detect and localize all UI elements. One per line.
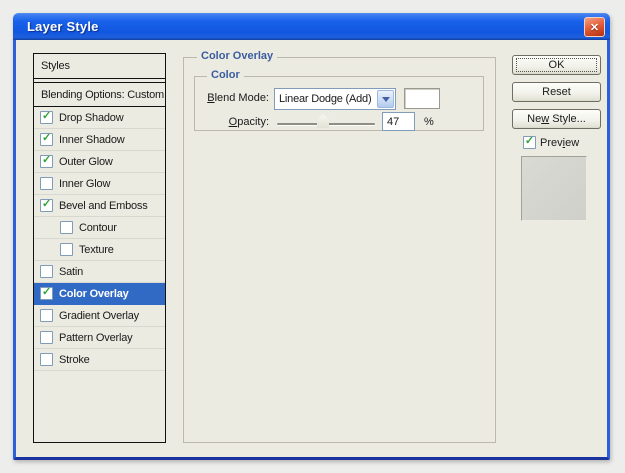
opacity-label: Opacity: [228, 116, 269, 128]
sidebar-item-label: Contour [79, 221, 117, 234]
pattern-overlay-checkbox[interactable] [40, 331, 53, 344]
color-subgroup: Color Blend Mode: Linear Dodge (Add) Opa… [194, 69, 484, 131]
subgroup-title: Color [207, 69, 244, 81]
desktop: Layer Style ✕ Styles Blending Options: C… [0, 0, 625, 473]
sidebar-item-satin[interactable]: Satin [34, 261, 165, 283]
sidebar-item-label: Drop Shadow [59, 111, 124, 124]
sidebar-item-label: Stroke [59, 353, 90, 366]
sidebar-item-styles[interactable]: Styles [34, 54, 165, 79]
close-icon: ✕ [589, 21, 600, 34]
inner-shadow-checkbox[interactable]: ✓ [40, 133, 53, 146]
check-icon: ✓ [41, 286, 52, 298]
titlebar[interactable]: Layer Style ✕ [13, 13, 610, 40]
check-icon: ✓ [41, 110, 52, 122]
close-button[interactable]: ✕ [584, 17, 605, 37]
sidebar-item-contour[interactable]: Contour [34, 217, 165, 239]
sidebar-item-label: Color Overlay [59, 287, 129, 300]
sidebar-item-label: Texture [79, 243, 114, 256]
satin-checkbox[interactable] [40, 265, 53, 278]
dialog-body: Styles Blending Options: Custom ✓ Drop S… [16, 40, 607, 457]
contour-checkbox[interactable] [60, 221, 73, 234]
gradient-overlay-checkbox[interactable] [40, 309, 53, 322]
preview-label: Preview [540, 136, 580, 149]
sidebar-item-inner-shadow[interactable]: ✓ Inner Shadow [34, 129, 165, 151]
sidebar-item-label: Inner Glow [59, 177, 111, 190]
sidebar-item-stroke[interactable]: Stroke [34, 349, 165, 371]
sidebar-item-label: Bevel and Emboss [59, 199, 148, 212]
sidebar-item-label: Pattern Overlay [59, 331, 133, 344]
dropdown-button[interactable] [377, 90, 394, 108]
sidebar-item-bevel-and-emboss[interactable]: ✓ Bevel and Emboss [34, 195, 165, 217]
bevel-emboss-checkbox[interactable]: ✓ [40, 199, 53, 212]
overlay-color-swatch[interactable] [404, 88, 440, 109]
reset-button[interactable]: Reset [512, 82, 601, 102]
chevron-down-icon [381, 96, 390, 102]
ok-button[interactable]: OK [512, 55, 601, 75]
check-icon: ✓ [41, 198, 52, 210]
texture-checkbox[interactable] [60, 243, 73, 256]
blend-mode-value: Linear Dodge (Add) [279, 93, 372, 105]
styles-list-panel: Styles Blending Options: Custom ✓ Drop S… [33, 53, 166, 443]
style-preview-thumbnail [521, 156, 587, 221]
sidebar-item-blending-options[interactable]: Blending Options: Custom [34, 82, 165, 107]
window-title: Layer Style [27, 19, 99, 34]
sidebar-item-inner-glow[interactable]: Inner Glow [34, 173, 165, 195]
blend-mode-label: Blend Mode: [207, 92, 269, 104]
blend-mode-select[interactable]: Linear Dodge (Add) [274, 88, 396, 110]
sidebar-item-color-overlay[interactable]: ✓ Color Overlay [34, 283, 165, 305]
color-overlay-group: Color Overlay Color Blend Mode: Linear D… [183, 50, 496, 443]
check-icon: ✓ [524, 135, 535, 147]
drop-shadow-checkbox[interactable]: ✓ [40, 111, 53, 124]
layer-style-dialog: Layer Style ✕ Styles Blending Options: C… [13, 13, 610, 460]
sidebar-item-gradient-overlay[interactable]: Gradient Overlay [34, 305, 165, 327]
stroke-checkbox[interactable] [40, 353, 53, 366]
sidebar-item-outer-glow[interactable]: ✓ Outer Glow [34, 151, 165, 173]
inner-glow-checkbox[interactable] [40, 177, 53, 190]
opacity-input[interactable] [382, 112, 415, 131]
sidebar-item-label: Outer Glow [59, 155, 113, 168]
check-icon: ✓ [41, 154, 52, 166]
opacity-slider-thumb[interactable] [317, 114, 329, 128]
sidebar-item-pattern-overlay[interactable]: Pattern Overlay [34, 327, 165, 349]
sidebar-item-label: Inner Shadow [59, 133, 125, 146]
sidebar-item-texture[interactable]: Texture [34, 239, 165, 261]
preview-toggle[interactable]: ✓ Preview [523, 136, 579, 149]
new-style-button[interactable]: New Style... [512, 109, 601, 129]
outer-glow-checkbox[interactable]: ✓ [40, 155, 53, 168]
color-overlay-checkbox[interactable]: ✓ [40, 287, 53, 300]
sidebar-item-label: Gradient Overlay [59, 309, 139, 322]
preview-checkbox[interactable]: ✓ [523, 136, 536, 149]
group-title: Color Overlay [197, 50, 278, 62]
check-icon: ✓ [41, 132, 52, 144]
opacity-unit: % [424, 116, 434, 128]
sidebar-item-drop-shadow[interactable]: ✓ Drop Shadow [34, 107, 165, 129]
sidebar-item-label: Satin [59, 265, 84, 278]
